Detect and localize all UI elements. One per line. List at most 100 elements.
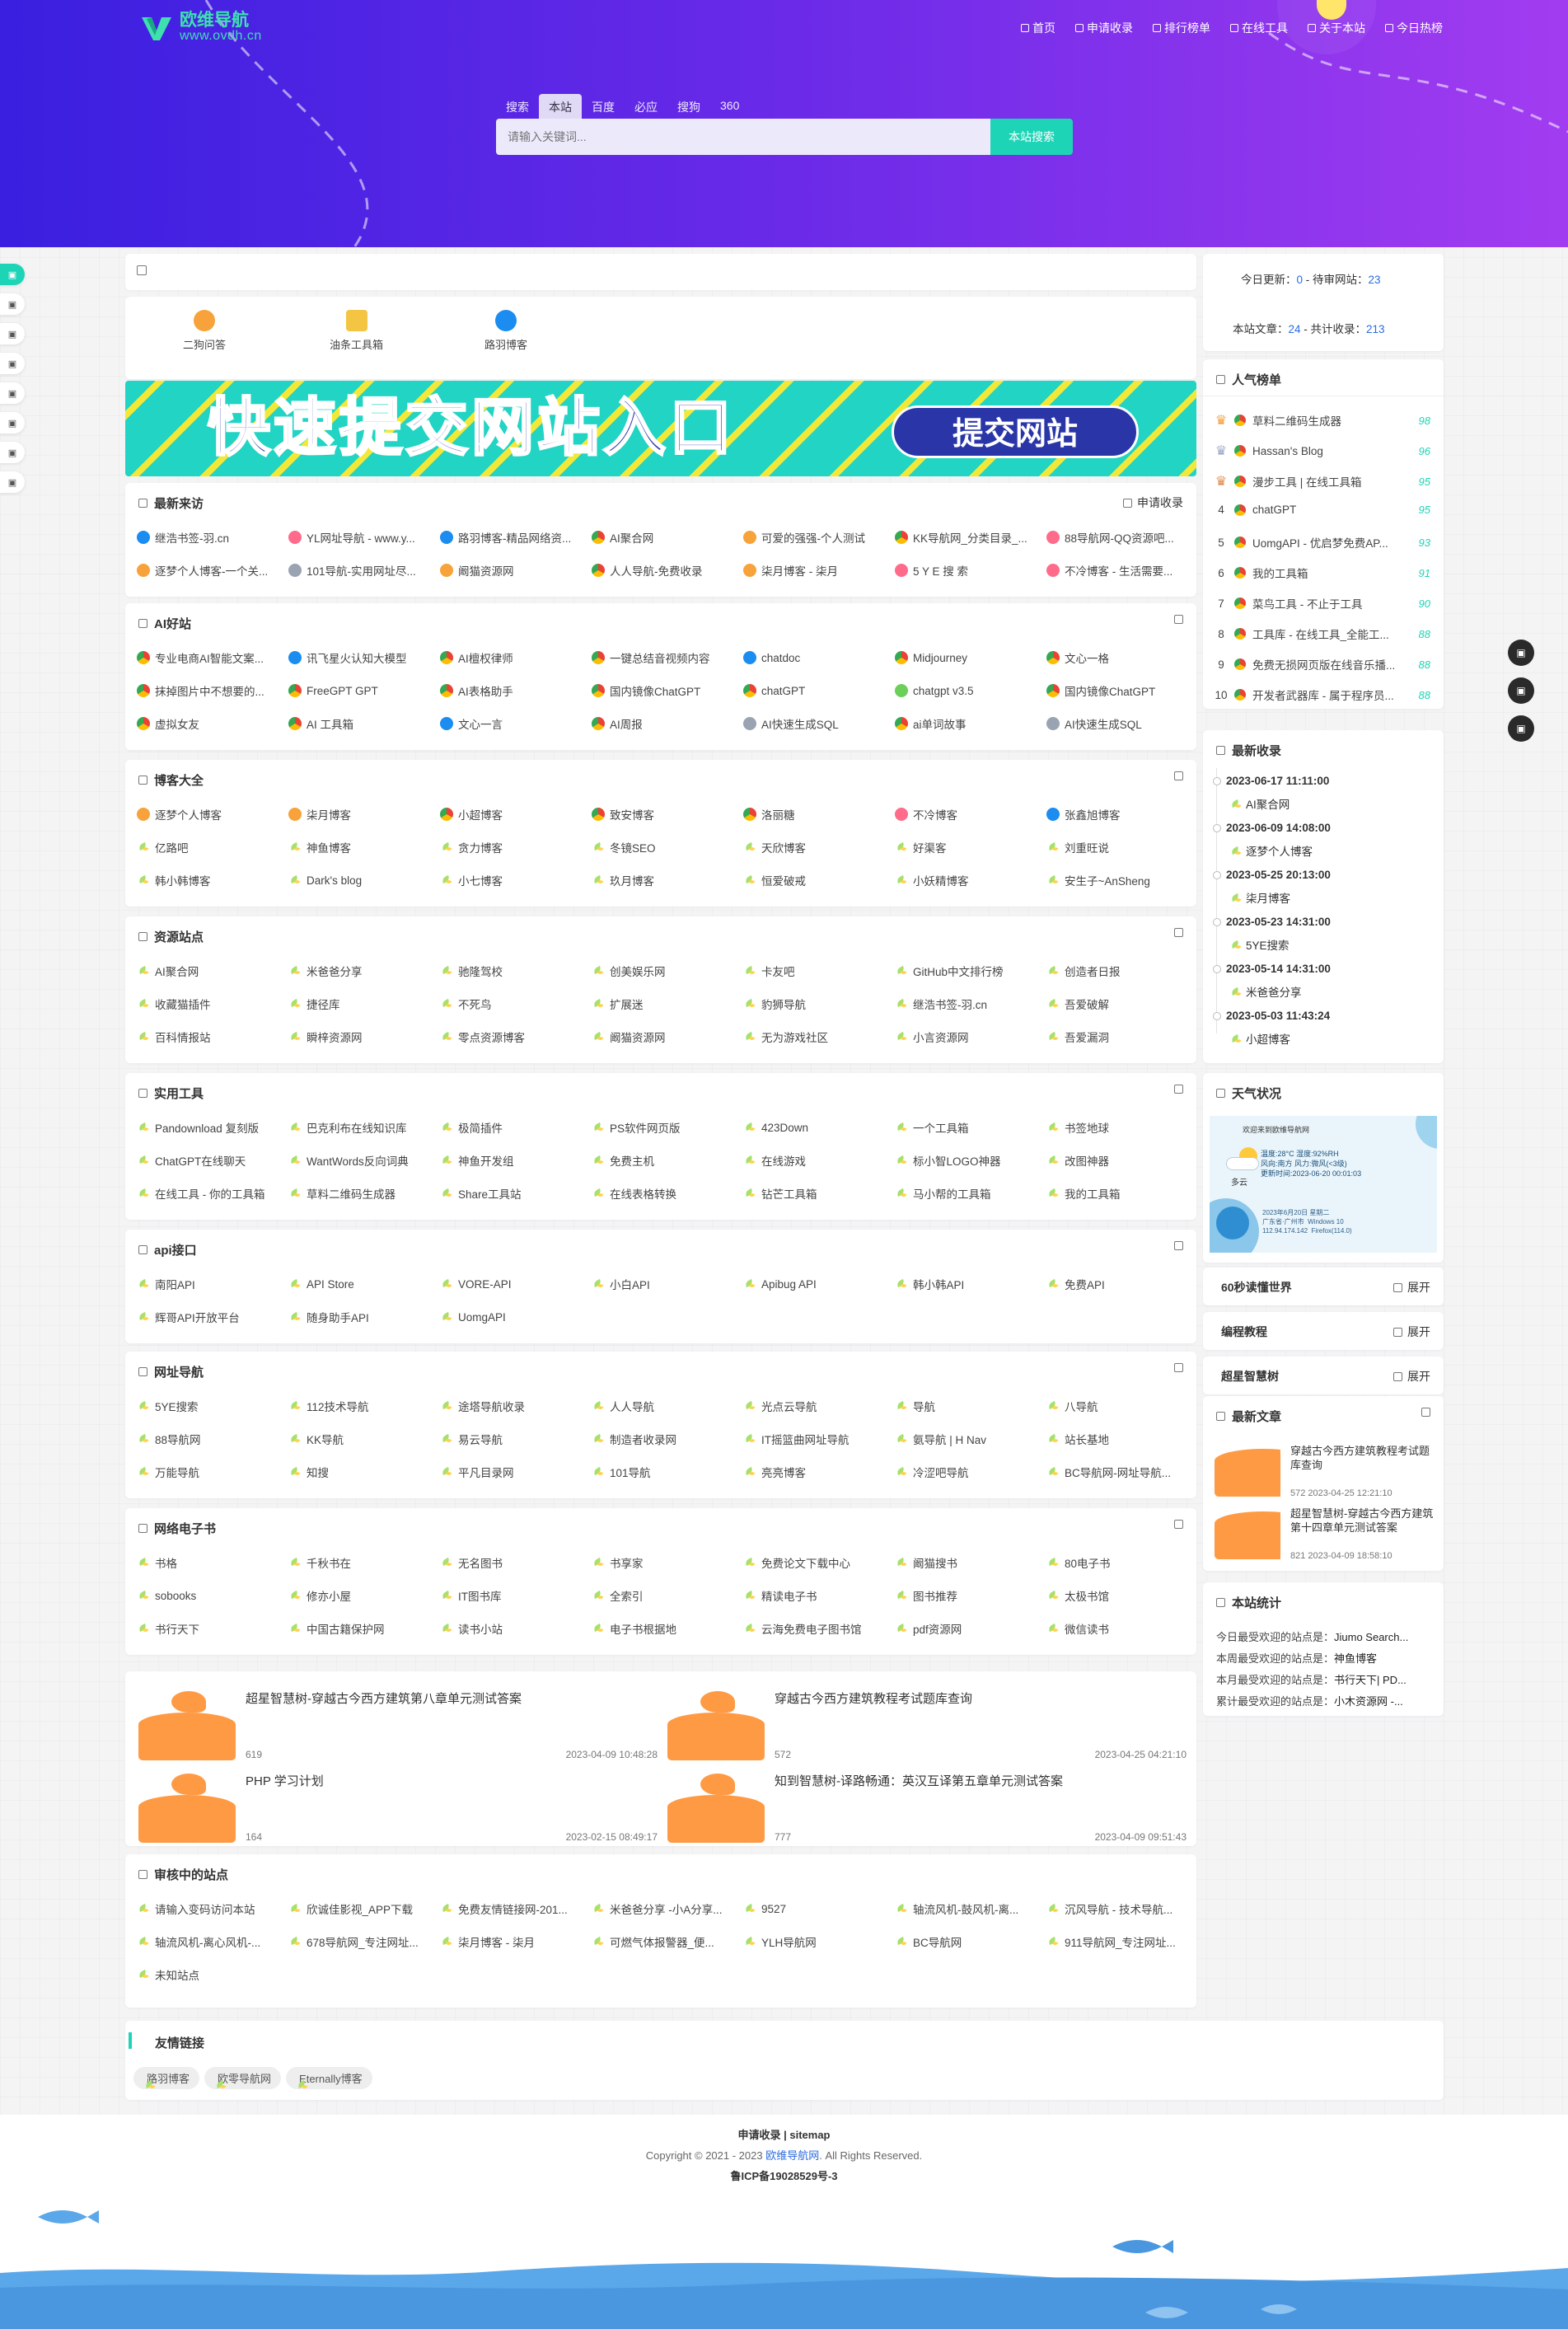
site-link[interactable]: AI快速生成SQL <box>743 715 895 732</box>
post-title[interactable]: PHP 学习计划 <box>246 1772 658 1789</box>
article-title[interactable]: 超星智慧树-穿越古今西方建筑第十四章单元测试答案 <box>1290 1507 1435 1535</box>
site-link[interactable]: 小妖精博客 <box>895 872 1046 888</box>
site-link[interactable]: 安生子~AnSheng <box>1046 872 1198 888</box>
ranking-item[interactable]: 6 我的工具箱 91 <box>1215 565 1430 581</box>
site-link[interactable]: 人人导航 <box>592 1398 743 1414</box>
quick-nav-button[interactable]: ▣ <box>0 323 25 344</box>
ranking-item[interactable]: ♛ 漫步工具 | 在线工具箱 95 <box>1215 473 1430 490</box>
site-link[interactable]: 亮亮博客 <box>743 1464 895 1480</box>
site-link[interactable]: 继浩书签-羽.cn <box>137 529 288 546</box>
timeline-site[interactable]: 米爸爸分享 <box>1216 983 1331 1000</box>
timeline-item[interactable]: 2023-06-17 11:11:00 AI聚合网 <box>1216 775 1329 812</box>
site-link[interactable]: PS软件网页版 <box>592 1119 743 1136</box>
float-button[interactable]: ▣ <box>1508 677 1534 704</box>
friend-link[interactable]: 欧零导航网 <box>204 2067 282 2089</box>
site-link[interactable]: 中国古籍保护网 <box>288 1620 440 1637</box>
recent-article[interactable]: 穿越古今西方建筑教程考试题库查询 572 2023-04-25 12:21:10 <box>1215 1442 1437 1500</box>
search-tab[interactable]: 360 <box>710 94 749 120</box>
site-link[interactable]: 免费论文下载中心 <box>743 1554 895 1571</box>
site-link[interactable]: 全索引 <box>592 1587 743 1604</box>
site-link[interactable]: 太极书馆 <box>1046 1587 1198 1604</box>
site-link[interactable]: 阚猫资源网 <box>592 1029 743 1045</box>
timeline-site[interactable]: 小超博客 <box>1216 1030 1330 1047</box>
site-link[interactable]: 抹掉图片中不想要的... <box>137 682 288 699</box>
site-link[interactable]: 678导航网_专注网址... <box>288 1933 440 1950</box>
site-link[interactable]: 草料二维码生成器 <box>288 1185 440 1202</box>
quick-nav-button[interactable]: ▣ <box>0 442 25 463</box>
site-link[interactable]: 洛丽糖 <box>743 806 895 822</box>
site-link[interactable]: 逐梦个人博客-一个关... <box>137 562 288 579</box>
site-link[interactable]: chatGPT <box>743 682 895 699</box>
site-link[interactable]: 书享家 <box>592 1554 743 1571</box>
site-link[interactable]: 神鱼博客 <box>288 839 440 855</box>
site-link[interactable]: 88导航网-QQ资源吧... <box>1046 529 1198 546</box>
stats-value[interactable]: 神鱼博客 <box>1334 1652 1377 1665</box>
site-link[interactable]: 不冷博客 - 生活需要... <box>1046 562 1198 579</box>
site-link[interactable]: 文心一格 <box>1046 649 1198 666</box>
site-link[interactable]: FreeGPT GPT <box>288 682 440 699</box>
hot-item[interactable]: 二狗问答 <box>183 310 226 352</box>
site-link[interactable]: 5 Y E 搜 索 <box>895 562 1046 579</box>
section-more[interactable] <box>1174 1241 1183 1250</box>
section-more[interactable] <box>1174 928 1183 937</box>
timeline-item[interactable]: 2023-05-14 14:31:00 米爸爸分享 <box>1216 963 1331 1000</box>
site-link[interactable]: 无名图书 <box>440 1554 592 1571</box>
site-link[interactable]: AI檀权律师 <box>440 649 592 666</box>
ranking-item[interactable]: 8 工具库 - 在线工具_全能工... 88 <box>1215 626 1430 642</box>
site-link[interactable]: VORE-API <box>440 1276 592 1292</box>
site-link[interactable]: 创造者日报 <box>1046 963 1198 979</box>
site-link[interactable]: 112技术导航 <box>288 1398 440 1414</box>
site-link[interactable]: 卡友吧 <box>743 963 895 979</box>
site-link[interactable]: KK导航 <box>288 1431 440 1447</box>
site-link[interactable]: 轴流风机-鼓风机-离... <box>895 1900 1046 1917</box>
friend-link[interactable]: Eternally博客 <box>286 2067 372 2089</box>
search-tab[interactable]: 必应 <box>625 94 667 120</box>
site-link[interactable]: 易云导航 <box>440 1431 592 1447</box>
section-more[interactable] <box>1174 1085 1183 1094</box>
copyright-brand[interactable]: 欧维导航网 <box>765 2149 819 2162</box>
ranking-item[interactable]: ♛ 草料二维码生成器 98 <box>1215 412 1430 429</box>
site-link[interactable]: 氨导航 | H Nav <box>895 1431 1046 1447</box>
post-title[interactable]: 穿越古今西方建筑教程考试题库查询 <box>775 1689 1187 1707</box>
post-item[interactable]: 知到智慧树-译路畅通：英汉互译第五章单元测试答案 777 2023-04-09 09… <box>667 1760 1195 1843</box>
site-link[interactable]: 豹狮导航 <box>743 996 895 1012</box>
site-link[interactable]: 沉风导航 - 技术导航... <box>1046 1900 1198 1917</box>
site-link[interactable]: 101导航-实用网址尽... <box>288 562 440 579</box>
site-link[interactable]: AI周报 <box>592 715 743 732</box>
friend-link[interactable]: 路羽博客 <box>133 2067 200 2089</box>
collapsible-card[interactable]: 60秒读懂世界 展开 <box>1203 1268 1444 1305</box>
section-more[interactable]: 申请收录 <box>1123 494 1183 511</box>
site-link[interactable]: 80电子书 <box>1046 1554 1198 1571</box>
recent-article[interactable]: 超星智慧树-穿越古今西方建筑第十四章单元测试答案 821 2023-04-09 1… <box>1215 1505 1437 1563</box>
quick-nav-button[interactable]: ▣ <box>0 382 25 404</box>
site-link[interactable]: 欣诚佳影视_APP下载 <box>288 1900 440 1917</box>
site-link[interactable]: 吾爱破解 <box>1046 996 1198 1012</box>
site-link[interactable]: 冷涩吧导航 <box>895 1464 1046 1480</box>
section-more[interactable] <box>1174 771 1183 780</box>
expand-toggle[interactable]: 展开 <box>1393 1368 1430 1385</box>
site-link[interactable]: 冬镜SEO <box>592 839 743 855</box>
site-link[interactable]: 柒月博客 - 柒月 <box>743 562 895 579</box>
site-link[interactable]: 阚猫资源网 <box>440 562 592 579</box>
section-more[interactable] <box>1174 1520 1183 1529</box>
submit-banner[interactable]: 快速提交网站入口 提交网站 <box>125 381 1196 476</box>
site-link[interactable]: 阚猫搜书 <box>895 1554 1046 1571</box>
site-link[interactable]: 知搜 <box>288 1464 440 1480</box>
site-link[interactable]: 恒爱破戒 <box>743 872 895 888</box>
site-link[interactable]: 韩小韩API <box>895 1276 1046 1292</box>
nav-about[interactable]: 关于本站 <box>1308 20 1365 36</box>
site-link[interactable]: BC导航网-网址导航... <box>1046 1464 1198 1480</box>
post-item[interactable]: PHP 学习计划 164 2023-02-15 08:49:17 <box>138 1760 666 1843</box>
site-link[interactable]: 423Down <box>743 1119 895 1136</box>
site-link[interactable]: 光点云导航 <box>743 1398 895 1414</box>
site-link[interactable]: 路羽博客-精品网络资... <box>440 529 592 546</box>
search-tab[interactable]: 搜索 <box>496 94 539 120</box>
article-title[interactable]: 穿越古今西方建筑教程考试题库查询 <box>1290 1444 1435 1472</box>
site-link[interactable]: 在线工具 - 你的工具箱 <box>137 1185 288 1202</box>
site-link[interactable]: 捷径库 <box>288 996 440 1012</box>
site-link[interactable]: 图书推荐 <box>895 1587 1046 1604</box>
site-link[interactable]: 书签地球 <box>1046 1119 1198 1136</box>
more-icon[interactable] <box>1421 1408 1430 1417</box>
post-title[interactable]: 知到智慧树-译路畅通：英汉互译第五章单元测试答案 <box>775 1772 1187 1789</box>
site-link[interactable]: Pandownload 复刻版 <box>137 1119 288 1136</box>
